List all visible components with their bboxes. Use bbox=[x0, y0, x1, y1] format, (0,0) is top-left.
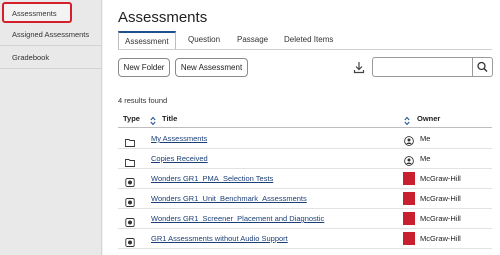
assessment-icon bbox=[125, 234, 135, 247]
sidebar-item-assessments[interactable]: Assessments bbox=[2, 2, 72, 23]
table-header-divider bbox=[118, 127, 492, 128]
table-row: Wonders GR1_Screener_Placement and Diagn… bbox=[118, 209, 492, 229]
mcgraw-hill-logo bbox=[403, 212, 415, 225]
column-header-type[interactable]: Type bbox=[123, 114, 140, 123]
search-icon bbox=[477, 61, 488, 72]
sidebar-item-assigned-assessments[interactable]: Assigned Assessments bbox=[0, 23, 102, 46]
assessment-title-link[interactable]: GR1 Assessments without Audio Support bbox=[151, 234, 288, 243]
owner-name: Me bbox=[420, 134, 431, 143]
user-icon bbox=[404, 153, 414, 166]
column-header-owner[interactable]: Owner bbox=[417, 114, 440, 123]
new-assessment-button[interactable]: New Assessment bbox=[175, 58, 248, 77]
sort-icon[interactable] bbox=[404, 113, 410, 126]
sort-icon[interactable] bbox=[150, 113, 156, 126]
sidebar-item-gradebook[interactable]: Gradebook bbox=[0, 46, 102, 69]
assessment-icon bbox=[125, 214, 135, 227]
folder-icon bbox=[125, 154, 135, 167]
tab-question[interactable]: Question bbox=[188, 35, 220, 44]
owner-name: McGraw-Hill bbox=[420, 234, 461, 243]
results-count: 4 results found bbox=[118, 96, 168, 105]
table-row: Copies Received Me bbox=[118, 149, 492, 169]
table-row: Wonders GR1_PMA_Selection Tests McGraw-H… bbox=[118, 169, 492, 189]
assessment-title-link[interactable]: Wonders GR1_Unit_Benchmark_Assessments bbox=[151, 194, 307, 203]
assessment-title-link[interactable]: Wonders GR1_Screener_Placement and Diagn… bbox=[151, 214, 324, 223]
tab-assessment[interactable]: Assessment bbox=[118, 31, 176, 50]
table-row: My Assessments Me bbox=[118, 129, 492, 149]
assessment-icon bbox=[125, 174, 135, 187]
assessment-icon bbox=[125, 194, 135, 207]
tab-passage[interactable]: Passage bbox=[237, 35, 268, 44]
download-icon[interactable] bbox=[353, 61, 365, 74]
assessment-title-link[interactable]: Copies Received bbox=[151, 154, 208, 163]
search-button[interactable] bbox=[472, 57, 493, 77]
tab-deleted-items[interactable]: Deleted Items bbox=[284, 35, 333, 44]
table-row: Wonders GR1_Unit_Benchmark_Assessments M… bbox=[118, 189, 492, 209]
column-header-title[interactable]: Title bbox=[162, 114, 177, 123]
user-icon bbox=[404, 133, 414, 146]
owner-name: Me bbox=[420, 154, 431, 163]
new-folder-button[interactable]: New Folder bbox=[118, 58, 170, 77]
mcgraw-hill-logo bbox=[403, 172, 415, 185]
table-row: GR1 Assessments without Audio Support Mc… bbox=[118, 229, 492, 249]
owner-name: McGraw-Hill bbox=[420, 194, 461, 203]
owner-name: McGraw-Hill bbox=[420, 214, 461, 223]
assessment-title-link[interactable]: My Assessments bbox=[151, 134, 207, 143]
owner-name: McGraw-Hill bbox=[420, 174, 461, 183]
assessment-title-link[interactable]: Wonders GR1_PMA_Selection Tests bbox=[151, 174, 273, 183]
folder-icon bbox=[125, 134, 135, 147]
page-title: Assessments bbox=[118, 9, 208, 26]
main-content: Assessments Assessment Question Passage … bbox=[103, 0, 500, 255]
mcgraw-hill-logo bbox=[403, 192, 415, 205]
sidebar: Assessments Assigned Assessments Gradebo… bbox=[0, 0, 102, 255]
tabs-divider bbox=[118, 49, 492, 50]
search-input[interactable] bbox=[372, 57, 472, 77]
mcgraw-hill-logo bbox=[403, 232, 415, 245]
